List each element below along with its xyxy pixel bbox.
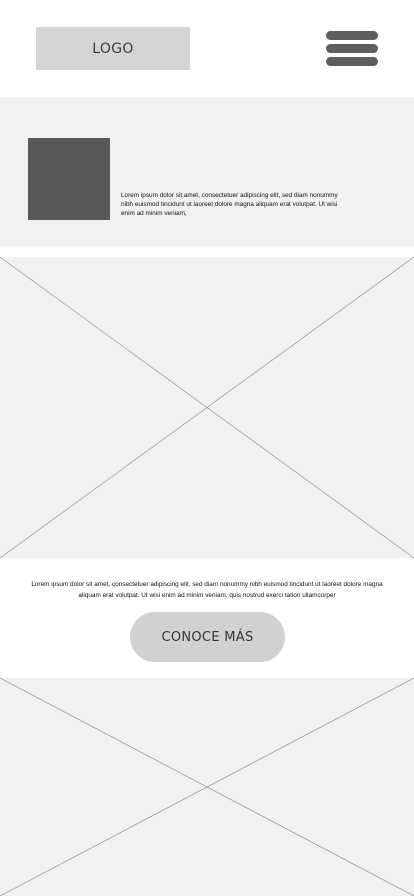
hero-image-placeholder [0, 257, 414, 558]
cta-text: Lorem ipsum dolor sit amet, consectetuer… [31, 581, 383, 599]
intro-section: Lorem ipsum dolor sit amet, consectetuer… [0, 97, 414, 246]
hamburger-menu-icon[interactable] [326, 31, 378, 66]
header: LOGO [0, 0, 414, 97]
image-placeholder-cross-icon [0, 257, 414, 558]
intro-text: Lorem ipsum dolor sit amet, consectetuer… [121, 192, 338, 217]
intro-image-placeholder [28, 138, 110, 220]
conoce-mas-button[interactable]: CONOCE MÁS [130, 612, 285, 662]
logo[interactable]: LOGO [36, 27, 190, 70]
menu-bar [326, 31, 378, 40]
menu-bar [326, 44, 378, 53]
menu-bar [326, 57, 378, 66]
section-divider [0, 246, 414, 257]
image-placeholder-cross-icon [0, 678, 414, 896]
cta-section: Lorem ipsum dolor sit amet, consectetuer… [0, 558, 414, 678]
footer-image-placeholder [0, 678, 414, 896]
